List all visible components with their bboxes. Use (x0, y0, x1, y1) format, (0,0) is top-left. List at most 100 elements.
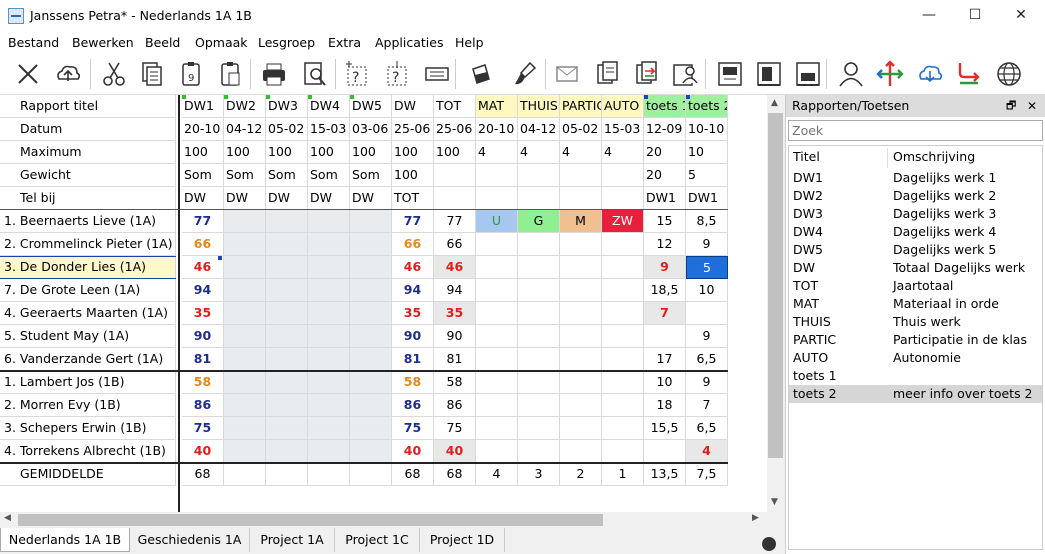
column-title[interactable]: toets 1 (644, 95, 686, 118)
evaluation-cell[interactable] (476, 417, 518, 440)
column-title[interactable]: PARTIC (560, 95, 602, 118)
grade-cell[interactable] (266, 210, 308, 233)
grade-cell[interactable]: 7 (644, 302, 686, 325)
evaluation-cell[interactable] (560, 348, 602, 371)
grade-cell[interactable]: 9 (644, 256, 686, 279)
evaluation-cell[interactable] (602, 233, 644, 256)
grade-cell[interactable]: 18,5 (644, 279, 686, 302)
grade-cell[interactable]: 9 (686, 233, 728, 256)
grade-cell[interactable] (224, 256, 266, 279)
evaluation-cell[interactable] (518, 279, 560, 302)
grade-cell[interactable] (224, 302, 266, 325)
grade-cell[interactable] (266, 440, 308, 463)
grade-cell[interactable] (266, 371, 308, 394)
column-title[interactable]: DW (392, 95, 434, 118)
evaluation-cell[interactable] (560, 325, 602, 348)
grade-cell[interactable]: 66 (392, 233, 434, 256)
arrows-icon[interactable] (873, 57, 907, 91)
grade-cell[interactable]: 12 (644, 233, 686, 256)
tab-project-1c[interactable]: Project 1C (335, 528, 420, 552)
evaluation-cell[interactable] (476, 325, 518, 348)
evaluation-cell[interactable] (476, 371, 518, 394)
list-item[interactable]: toets 2 meer info over toets 2 (789, 385, 1042, 403)
insert-question-icon[interactable]: ? (340, 57, 374, 91)
column-title[interactable]: DW4 (308, 95, 350, 118)
grade-cell[interactable] (350, 394, 392, 417)
evaluation-cell[interactable] (518, 256, 560, 279)
grade-cell[interactable] (266, 256, 308, 279)
grade-cell[interactable] (350, 417, 392, 440)
column-title[interactable]: toets 2 (686, 95, 728, 118)
column-title[interactable]: DW5 (350, 95, 392, 118)
list-item[interactable]: DW4 Dagelijks werk 4 (789, 223, 1042, 241)
list-item[interactable]: DW1 Dagelijks werk 1 (789, 169, 1042, 187)
evaluation-cell[interactable] (476, 279, 518, 302)
evaluation-cell[interactable] (602, 417, 644, 440)
grade-cell[interactable]: 90 (182, 325, 224, 348)
print-icon[interactable] (257, 57, 291, 91)
text-field-icon[interactable] (420, 57, 454, 91)
grade-cell[interactable] (224, 348, 266, 371)
evaluation-cell[interactable] (476, 233, 518, 256)
list-item[interactable]: MAT Materiaal in orde (789, 295, 1042, 313)
column-title[interactable]: THUIS (518, 95, 560, 118)
layout-bottom-icon[interactable] (791, 57, 825, 91)
tab-project-1d[interactable]: Project 1D (420, 528, 505, 552)
grade-cell[interactable] (266, 279, 308, 302)
grade-cell[interactable]: 6,5 (686, 348, 728, 371)
grade-cell[interactable]: 8,5 (686, 210, 728, 233)
grade-cell[interactable]: 77 (392, 210, 434, 233)
student-card-icon[interactable] (668, 57, 702, 91)
mail-icon[interactable] (550, 57, 584, 91)
grade-cell[interactable] (266, 233, 308, 256)
user-icon[interactable] (834, 57, 868, 91)
layout-side-icon[interactable] (752, 57, 786, 91)
list-item[interactable]: toets 1 (789, 367, 1042, 385)
student-name[interactable]: 7. De Grote Leen (1A) (0, 279, 176, 302)
grade-cell[interactable]: 94 (392, 279, 434, 302)
grade-cell[interactable] (308, 233, 350, 256)
evaluation-cell[interactable] (602, 302, 644, 325)
grade-cell[interactable] (644, 440, 686, 463)
evaluation-cell[interactable] (476, 394, 518, 417)
evaluation-cell[interactable] (560, 256, 602, 279)
tab-project-1a[interactable]: Project 1A (250, 528, 335, 552)
grade-cell[interactable] (266, 394, 308, 417)
evaluation-cell[interactable] (602, 348, 644, 371)
grade-cell[interactable] (308, 279, 350, 302)
grade-cell[interactable]: 35 (392, 302, 434, 325)
grade-cell[interactable]: 9 (686, 371, 728, 394)
grade-cell[interactable]: 81 (392, 348, 434, 371)
grade-cell[interactable] (350, 371, 392, 394)
evaluation-cell[interactable]: U (476, 210, 518, 233)
student-name[interactable]: 4. Geeraerts Maarten (1A) (0, 302, 176, 325)
evaluation-cell[interactable] (560, 440, 602, 463)
grade-cell[interactable] (350, 325, 392, 348)
column-title[interactable]: DW2 (224, 95, 266, 118)
grade-cell[interactable]: 35 (434, 302, 476, 325)
grade-cell[interactable]: 17 (644, 348, 686, 371)
column-title[interactable]: TOT (434, 95, 476, 118)
column-title[interactable]: DW3 (266, 95, 308, 118)
layout-top-icon[interactable] (713, 57, 747, 91)
student-name[interactable]: 2. Morren Evy (1B) (0, 394, 176, 417)
menu-bestand[interactable]: Bestand (8, 35, 59, 50)
grade-cell[interactable]: 94 (434, 279, 476, 302)
grade-cell[interactable]: 10 (686, 279, 728, 302)
close-icon[interactable] (11, 57, 45, 91)
grade-cell[interactable]: 10 (644, 371, 686, 394)
grade-cell[interactable]: 58 (182, 371, 224, 394)
route-icon[interactable] (952, 57, 986, 91)
horizontal-scroll-thumb[interactable] (18, 514, 603, 526)
grade-cell[interactable] (308, 210, 350, 233)
copy-icon[interactable] (135, 57, 169, 91)
menu-applicaties[interactable]: Applicaties (375, 35, 443, 50)
evaluation-cell[interactable] (518, 233, 560, 256)
list-item[interactable]: DW5 Dagelijks werk 5 (789, 241, 1042, 259)
evaluation-cell[interactable] (560, 233, 602, 256)
evaluation-cell[interactable] (602, 279, 644, 302)
menu-help[interactable]: Help (455, 35, 484, 50)
grade-cell[interactable]: 58 (392, 371, 434, 394)
globe-icon[interactable] (992, 57, 1026, 91)
grade-cell[interactable] (224, 279, 266, 302)
